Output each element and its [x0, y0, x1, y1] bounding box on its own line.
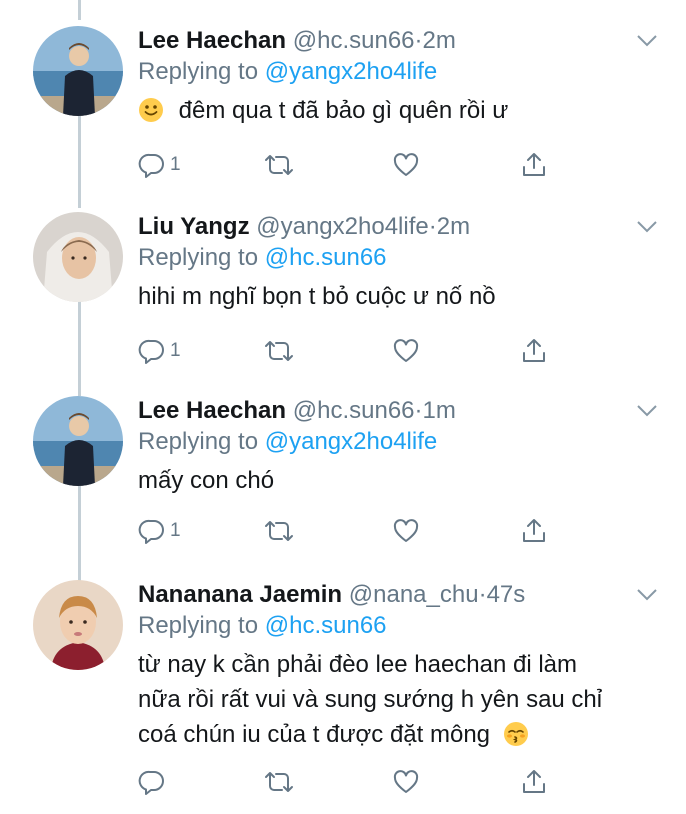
retweet-button[interactable] [262, 150, 296, 180]
chevron-down-icon[interactable] [636, 220, 658, 234]
retweet-icon [265, 521, 293, 541]
replying-to-link[interactable]: @yangx2ho4life [265, 58, 437, 85]
heart-icon [393, 339, 419, 362]
replying-to: Replying to @hc.sun66 [138, 611, 666, 641]
tweet-text-line: nữa rồi rất vui và sung sướng h yên sau … [138, 686, 603, 713]
chevron-down-icon[interactable] [636, 34, 658, 48]
replying-to: Replying to @yangx2ho4life [138, 57, 666, 87]
replying-to-link[interactable]: @hc.sun66 [265, 612, 387, 639]
reply-icon [138, 153, 164, 178]
share-button[interactable] [520, 150, 548, 180]
share-icon [523, 770, 545, 793]
like-button[interactable] [392, 516, 420, 546]
tweet-text-line: từ nay k cần phải đèo lee haechan đi làm [138, 651, 578, 678]
replying-to-label: Replying to [138, 58, 265, 85]
tweet[interactable]: Lee Haechan @hc.sun66·2m Replying to @ya… [0, 26, 686, 186]
tweet-text-line-with-emoji: coá chún iu của t được đặt mông [138, 717, 666, 752]
timestamp[interactable]: 47s [487, 581, 526, 608]
reply-button[interactable] [138, 767, 170, 797]
user-handle[interactable]: @hc.sun66 [293, 27, 415, 54]
display-name[interactable]: Liu Yangz [138, 213, 250, 240]
share-button[interactable] [520, 767, 548, 797]
reply-button[interactable]: 1 [138, 150, 181, 180]
share-icon [523, 339, 545, 362]
replying-to-label: Replying to [138, 612, 265, 639]
share-button[interactable] [520, 336, 548, 366]
user-handle[interactable]: @hc.sun66 [293, 397, 415, 424]
thread-line [78, 0, 81, 20]
chevron-down-icon[interactable] [636, 588, 658, 602]
retweet-icon [265, 341, 293, 361]
timestamp[interactable]: 1m [423, 397, 456, 424]
retweet-icon [265, 772, 293, 792]
reply-count: 1 [170, 520, 181, 541]
tweet-actions: 1 [138, 336, 558, 366]
timestamp[interactable]: 2m [437, 213, 470, 240]
separator-dot: · [478, 581, 487, 608]
tweet[interactable]: Liu Yangz @yangx2ho4life·2m Replying to … [0, 212, 686, 372]
tweet-actions: 1 [138, 150, 558, 180]
user-handle[interactable]: @yangx2ho4life [256, 213, 428, 240]
reply-icon [138, 770, 164, 795]
retweet-icon [265, 155, 293, 175]
display-name[interactable]: Lee Haechan [138, 397, 286, 424]
user-handle[interactable]: @nana_chu [349, 581, 479, 608]
timestamp[interactable]: 2m [423, 27, 456, 54]
replying-to-link[interactable]: @yangx2ho4life [265, 428, 437, 455]
replying-to-link[interactable]: @hc.sun66 [265, 244, 387, 271]
kissing-face-closed-eyes-icon [503, 722, 528, 746]
heart-icon [393, 153, 419, 176]
reply-count: 1 [170, 340, 181, 361]
separator-dot: · [428, 213, 437, 240]
avatar[interactable] [33, 396, 123, 486]
tweet-text: đêm qua t đã bảo gì quên rồi ư [138, 93, 666, 128]
like-button[interactable] [392, 150, 420, 180]
avatar[interactable] [33, 580, 123, 670]
replying-to-label: Replying to [138, 244, 265, 271]
retweet-button[interactable] [262, 516, 296, 546]
tweet-text: mấy con chó [138, 467, 275, 494]
reply-button[interactable]: 1 [138, 336, 181, 366]
replying-to: Replying to @hc.sun66 [138, 243, 666, 273]
like-button[interactable] [392, 767, 420, 797]
tweet[interactable]: Nananana Jaemin @nana_chu·47s Replying t… [0, 580, 686, 810]
replying-to-label: Replying to [138, 428, 265, 455]
like-button[interactable] [392, 336, 420, 366]
retweet-button[interactable] [262, 767, 296, 797]
heart-icon [393, 770, 419, 793]
share-icon [523, 153, 545, 176]
display-name[interactable]: Nananana Jaemin [138, 581, 342, 608]
tweet-text: hihi m nghĩ bọn t bỏ cuộc ư nố nồ [138, 283, 496, 310]
reply-button[interactable]: 1 [138, 516, 181, 546]
reply-count: 1 [170, 154, 181, 175]
tweet-actions [138, 767, 558, 797]
share-icon [523, 519, 545, 542]
replying-to: Replying to @yangx2ho4life [138, 427, 666, 457]
display-name[interactable]: Lee Haechan [138, 27, 286, 54]
separator-dot: · [414, 397, 423, 424]
avatar[interactable] [33, 212, 123, 302]
share-button[interactable] [520, 516, 548, 546]
separator-dot: · [414, 27, 423, 54]
reply-icon [138, 519, 164, 544]
tweet[interactable]: Lee Haechan @hc.sun66·1m Replying to @ya… [0, 396, 686, 556]
tweet-text: từ nay k cần phải đèo lee haechan đi làm… [138, 647, 666, 752]
chevron-down-icon[interactable] [636, 404, 658, 418]
slightly-smiling-face-icon [139, 98, 163, 122]
retweet-button[interactable] [262, 336, 296, 366]
avatar[interactable] [33, 26, 123, 116]
reply-icon [138, 339, 164, 364]
tweet-text-line: coá chún iu của t được đặt mông [138, 721, 491, 748]
tweet-actions: 1 [138, 516, 558, 546]
heart-icon [393, 519, 419, 542]
tweet-body: đêm qua t đã bảo gì quên rồi ư [178, 97, 509, 124]
